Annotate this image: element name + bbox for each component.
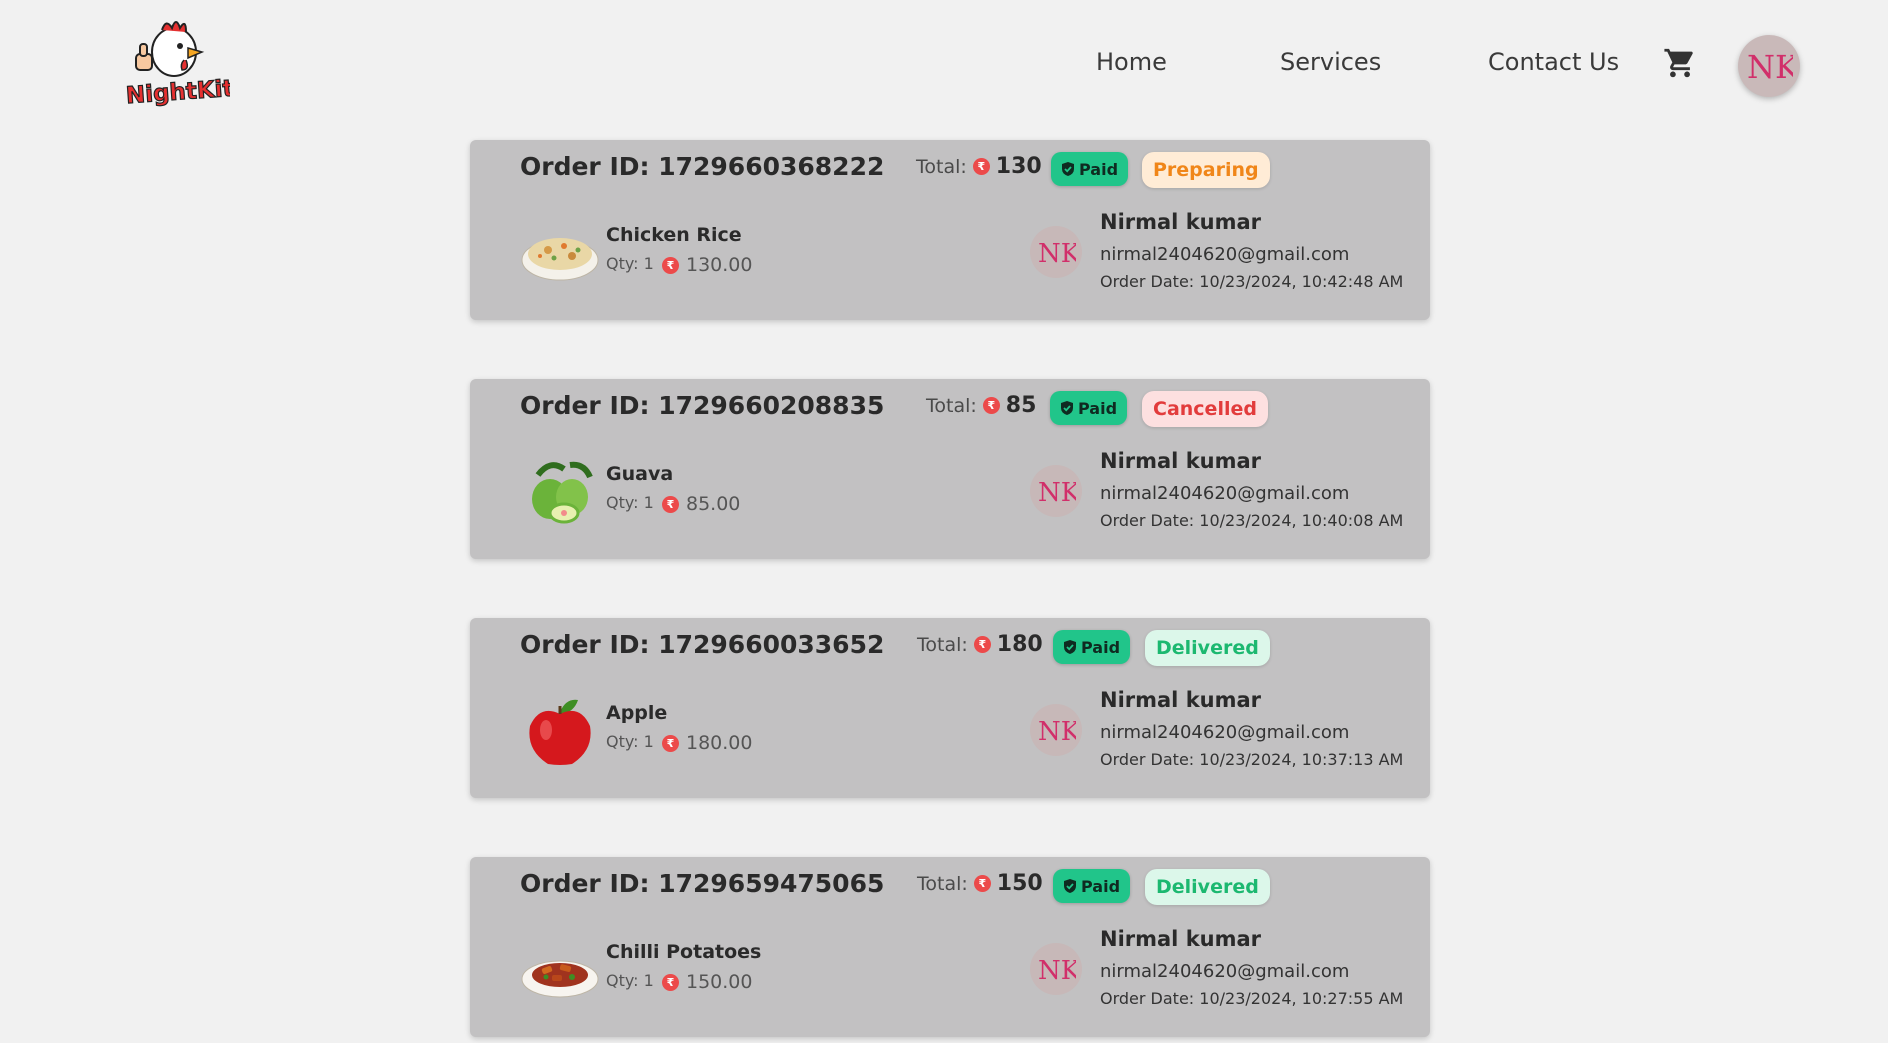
- order-id: Order ID: 1729660368222: [520, 152, 885, 181]
- order-id: Order ID: 1729659475065: [520, 869, 885, 898]
- logo-text: NightKite: [125, 75, 230, 110]
- item-qty: Qty: 1: [606, 254, 654, 273]
- item-price-value: 130.00: [686, 254, 753, 276]
- nav-contact-link[interactable]: Contact Us: [1488, 48, 1619, 76]
- shield-check-icon: [1061, 401, 1073, 415]
- order-date: Order Date: 10/23/2024, 10:37:13 AM: [1100, 750, 1404, 769]
- status-preparing-badge: Preparing: [1142, 152, 1270, 188]
- order-id: Order ID: 1729660033652: [520, 630, 885, 659]
- rupee-icon: ₹: [662, 495, 679, 513]
- order-date: Order Date: 10/23/2024, 10:27:55 AM: [1100, 989, 1404, 1008]
- user-avatar[interactable]: NK: [1738, 35, 1800, 97]
- customer-avatar: NK: [1030, 704, 1082, 756]
- top-navbar: NightKite Home Services Contact Us NK: [0, 0, 1888, 130]
- total-label: Total:: [916, 155, 967, 178]
- shield-check-icon: [1064, 879, 1076, 893]
- total-value: 130: [995, 154, 1042, 179]
- total-label: Total:: [917, 872, 968, 895]
- chicken-rice-image: [520, 216, 600, 290]
- item-name: Apple: [606, 702, 668, 724]
- status-cancelled-badge: Cancelled: [1142, 391, 1268, 427]
- total-value: 180: [996, 632, 1043, 657]
- chilli-potatoes-image: [520, 933, 600, 1007]
- order-date: Order Date: 10/23/2024, 10:42:48 AM: [1100, 272, 1404, 291]
- customer-email: nirmal2404620@gmail.com: [1100, 244, 1350, 265]
- customer-email: nirmal2404620@gmail.com: [1100, 722, 1350, 743]
- order-id: Order ID: 1729660208835: [520, 391, 885, 420]
- paid-badge: Paid: [1051, 152, 1129, 186]
- status-delivered-badge: Delivered: [1145, 869, 1270, 905]
- shield-check-icon: [1064, 640, 1076, 654]
- item-qty: Qty: 1: [606, 493, 654, 512]
- customer-avatar: NK: [1030, 226, 1082, 278]
- customer-name: Nirmal kumar: [1100, 688, 1262, 712]
- order-card: Order ID: 1729660208835 Total: ₹ 85 Paid…: [470, 379, 1430, 559]
- paid-label: Paid: [1081, 876, 1121, 896]
- order-date: Order Date: 10/23/2024, 10:40:08 AM: [1100, 511, 1404, 530]
- rupee-icon: ₹: [662, 256, 679, 274]
- total-label: Total:: [917, 633, 968, 656]
- customer-name: Nirmal kumar: [1100, 449, 1262, 473]
- rupee-icon: ₹: [662, 734, 679, 752]
- paid-badge: Paid: [1053, 630, 1131, 664]
- order-card: Order ID: 1729660033652 Total: ₹ 180 Pai…: [470, 618, 1430, 798]
- item-price-value: 150.00: [686, 971, 753, 993]
- paid-label: Paid: [1081, 637, 1121, 657]
- rupee-icon: ₹: [662, 973, 679, 991]
- item-qty: Qty: 1: [606, 971, 654, 990]
- paid-badge: Paid: [1050, 391, 1128, 425]
- nav-services-link[interactable]: Services: [1280, 48, 1381, 76]
- rupee-icon: ₹: [973, 636, 991, 653]
- svg-text:NK: NK: [1038, 956, 1076, 986]
- nav-home-link[interactable]: Home: [1096, 48, 1167, 76]
- total-value: 150: [996, 871, 1043, 896]
- svg-text:NK: NK: [1038, 478, 1076, 508]
- item-name: Guava: [606, 463, 674, 485]
- item-price: ₹ 85.00: [662, 493, 740, 515]
- item-name: Chilli Potatoes: [606, 941, 762, 963]
- rupee-icon: ₹: [973, 875, 991, 892]
- apple-image: [520, 694, 600, 768]
- order-total: Total: ₹ 85: [926, 393, 1036, 418]
- customer-avatar: NK: [1030, 465, 1082, 517]
- customer-avatar: NK: [1030, 943, 1082, 995]
- user-initials: NK: [1747, 48, 1793, 86]
- total-label: Total:: [926, 394, 977, 417]
- guava-image: [520, 455, 600, 529]
- rupee-icon: ₹: [982, 397, 1000, 414]
- customer-email: nirmal2404620@gmail.com: [1100, 483, 1350, 504]
- nightkite-logo[interactable]: NightKite: [122, 14, 251, 110]
- customer-name: Nirmal kumar: [1100, 210, 1262, 234]
- svg-text:NK: NK: [1038, 717, 1076, 747]
- paid-label: Paid: [1079, 159, 1119, 179]
- order-card: Order ID: 1729660368222 Total: ₹ 130 Pai…: [470, 140, 1430, 320]
- shield-check-icon: [1062, 162, 1074, 176]
- item-price: ₹ 130.00: [662, 254, 752, 276]
- rupee-icon: ₹: [972, 158, 990, 175]
- svg-text:NK: NK: [1038, 239, 1076, 269]
- status-delivered-badge: Delivered: [1145, 630, 1270, 666]
- item-name: Chicken Rice: [606, 224, 742, 246]
- customer-email: nirmal2404620@gmail.com: [1100, 961, 1350, 982]
- cart-icon[interactable]: [1662, 46, 1698, 80]
- item-price: ₹ 180.00: [662, 732, 752, 754]
- paid-label: Paid: [1078, 398, 1118, 418]
- order-total: Total: ₹ 150: [917, 871, 1043, 896]
- customer-name: Nirmal kumar: [1100, 927, 1262, 951]
- item-price-value: 85.00: [686, 493, 741, 515]
- item-price: ₹ 150.00: [662, 971, 752, 993]
- paid-badge: Paid: [1053, 869, 1131, 903]
- order-card: Order ID: 1729659475065 Total: ₹ 150 Pai…: [470, 857, 1430, 1037]
- item-price-value: 180.00: [686, 732, 753, 754]
- order-total: Total: ₹ 130: [916, 154, 1042, 179]
- total-value: 85: [1005, 393, 1037, 418]
- item-qty: Qty: 1: [606, 732, 654, 751]
- order-total: Total: ₹ 180: [917, 632, 1043, 657]
